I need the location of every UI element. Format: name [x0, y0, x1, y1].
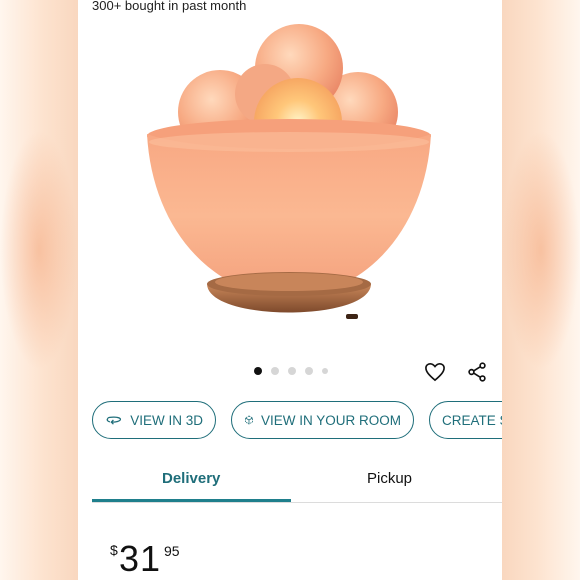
view-in-3d-button[interactable]: VIEW IN 3D [92, 401, 216, 439]
tab-divider [92, 502, 502, 503]
favorite-button[interactable] [423, 360, 447, 384]
view-in-your-room-label: VIEW IN YOUR ROOM [260, 412, 401, 428]
price-whole: 31 [119, 538, 162, 579]
cube-ar-icon [245, 415, 253, 425]
rotate-3d-icon [106, 416, 122, 425]
carousel-dot[interactable] [305, 367, 313, 375]
product-image[interactable] [140, 22, 440, 332]
tab-delivery[interactable]: Delivery [162, 470, 220, 487]
carousel-dot[interactable] [254, 367, 262, 375]
create-button[interactable]: CREATE S [429, 401, 502, 439]
create-label: CREATE S [442, 412, 502, 428]
carousel-dot[interactable] [288, 367, 296, 375]
view-in-3d-label: VIEW IN 3D [130, 412, 203, 428]
view-in-your-room-button[interactable]: VIEW IN YOUR ROOM [231, 401, 414, 439]
blurred-background-left [0, 0, 78, 580]
tab-pickup[interactable]: Pickup [367, 470, 412, 487]
blurred-background-right [502, 0, 580, 580]
share-icon [468, 362, 486, 382]
heart-icon [425, 362, 445, 382]
price-fraction: 95 [164, 543, 180, 559]
bought-count-text: 300+ bought in past month [92, 0, 247, 13]
share-button[interactable] [465, 360, 489, 384]
product-page: 300+ bought in past month VIEW IN 3D VIE… [78, 0, 502, 580]
carousel-dot[interactable] [322, 368, 328, 374]
carousel-dot[interactable] [271, 367, 279, 375]
image-carousel-dots [254, 367, 328, 375]
price-currency-symbol: $ [110, 542, 118, 558]
